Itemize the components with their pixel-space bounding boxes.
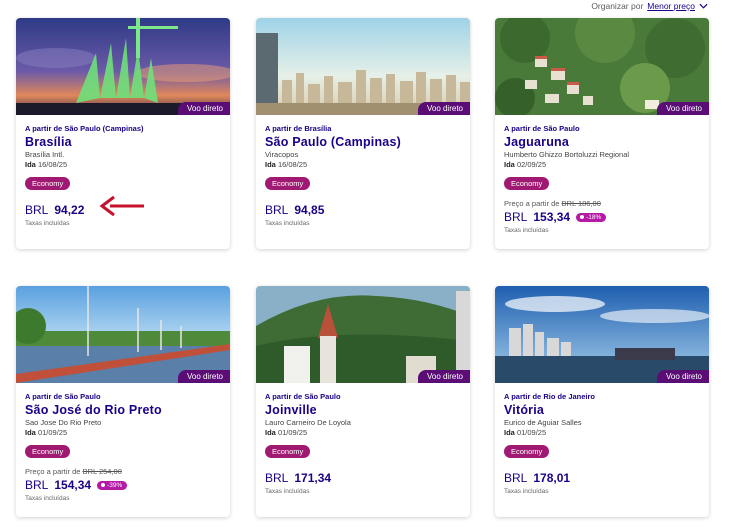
price-amount: 94,22 <box>54 203 85 217</box>
taxes-note: Taxas incluídas <box>265 488 310 495</box>
airport-name: Sao Jose Do Rio Preto <box>25 418 102 427</box>
direct-flight-badge: Voo direto <box>656 102 709 115</box>
origin-label: A partir de São Paulo <box>504 124 580 133</box>
destination-card[interactable]: Voo direto A partir de São Paulo São Jos… <box>16 286 230 517</box>
destination-city: Joinville <box>265 403 317 417</box>
destination-photo: Voo direto <box>16 286 230 383</box>
cabin-badge: Economy <box>25 445 71 458</box>
airport-name: Lauro Carneiro De Loyola <box>265 418 351 427</box>
airport-name: Humberto Ghizzo Bortoluzzi Regional <box>504 150 630 159</box>
departure-date: Ida 01/09/25 <box>265 428 308 437</box>
destination-city: Jaguaruna <box>504 135 570 149</box>
price: BRL 171,34 <box>265 471 462 485</box>
direct-flight-badge: Voo direto <box>177 370 230 383</box>
currency: BRL <box>25 478 49 492</box>
destination-photo: Voo direto <box>256 286 470 383</box>
old-price: Preço a partir de BRL 254,00 <box>25 467 122 476</box>
destination-card[interactable]: Voo direto A partir de São Paulo Joinvil… <box>256 286 470 517</box>
tag-icon <box>580 215 585 219</box>
taxes-note: Taxas incluídas <box>265 220 310 227</box>
price: BRL 94,85 <box>265 203 462 217</box>
departure-date: Ida 16/08/25 <box>265 160 308 169</box>
taxes-note: Taxas incluídas <box>504 488 549 495</box>
destination-photo: Voo direto <box>256 18 470 115</box>
airport-name: Eurico de Aguiar Salles <box>504 418 582 427</box>
sort-select[interactable]: Menor preço <box>647 1 695 11</box>
direct-flight-badge: Voo direto <box>177 102 230 115</box>
price-amount: 178,01 <box>533 471 571 485</box>
price-amount: 153,34 <box>533 210 571 224</box>
price-amount: 154,34 <box>54 478 92 492</box>
airport-name: Viracopos <box>265 150 299 159</box>
destination-city: São José do Rio Preto <box>25 403 162 417</box>
origin-label: A partir de São Paulo <box>25 392 101 401</box>
destination-city: Brasília <box>25 135 72 149</box>
destination-card[interactable]: Voo direto A partir de São Paulo Jaguaru… <box>495 18 709 249</box>
price: BRL 153,34 -18% <box>504 210 701 224</box>
currency: BRL <box>265 203 289 217</box>
currency: BRL <box>504 210 528 224</box>
direct-flight-badge: Voo direto <box>417 102 470 115</box>
destination-city: Vitória <box>504 403 545 417</box>
discount-badge: -18% <box>576 212 607 222</box>
airport-name: Brasília Intl. <box>25 150 65 159</box>
tag-icon <box>101 483 106 487</box>
currency: BRL <box>25 203 49 217</box>
destination-card[interactable]: Voo direto A partir de Brasília São Paul… <box>256 18 470 249</box>
departure-date: Ida 02/09/25 <box>504 160 547 169</box>
destination-card[interactable]: Voo direto A partir de Rio de Janeiro Vi… <box>495 286 709 517</box>
departure-date: Ida 16/08/25 <box>25 160 68 169</box>
destination-photo: Voo direto <box>495 18 709 115</box>
price: BRL 154,34 -39% <box>25 478 222 492</box>
origin-label: A partir de Rio de Janeiro <box>504 392 595 401</box>
cabin-badge: Economy <box>265 177 311 190</box>
direct-flight-badge: Voo direto <box>417 370 470 383</box>
departure-date: Ida 01/09/25 <box>25 428 68 437</box>
currency: BRL <box>504 471 528 485</box>
destination-photo: Voo direto <box>495 286 709 383</box>
old-price: Preço a partir de BRL 186,00 <box>504 199 601 208</box>
price: BRL 178,01 <box>504 471 701 485</box>
departure-date: Ida 01/09/25 <box>504 428 547 437</box>
cabin-badge: Economy <box>504 445 550 458</box>
taxes-note: Taxas incluídas <box>504 227 549 234</box>
destination-city: São Paulo (Campinas) <box>265 135 401 149</box>
direct-flight-badge: Voo direto <box>656 370 709 383</box>
taxes-note: Taxas incluídas <box>25 495 70 502</box>
origin-label: A partir de São Paulo <box>265 392 341 401</box>
red-arrow-icon <box>99 195 144 217</box>
price-amount: 171,34 <box>294 471 332 485</box>
cabin-badge: Economy <box>25 177 71 190</box>
cabin-badge: Economy <box>265 445 311 458</box>
origin-label: A partir de Brasília <box>265 124 332 133</box>
currency: BRL <box>265 471 289 485</box>
discount-badge: -39% <box>97 480 128 490</box>
origin-label: A partir de São Paulo (Campinas) <box>25 124 144 133</box>
sort-control[interactable]: Organizar por Menor preço <box>591 1 708 11</box>
price-amount: 94,85 <box>294 203 325 217</box>
sort-label: Organizar por <box>591 1 644 11</box>
destination-photo: Voo direto <box>16 18 230 115</box>
cabin-badge: Economy <box>504 177 550 190</box>
chevron-down-icon[interactable] <box>699 3 708 9</box>
taxes-note: Taxas incluídas <box>25 220 70 227</box>
